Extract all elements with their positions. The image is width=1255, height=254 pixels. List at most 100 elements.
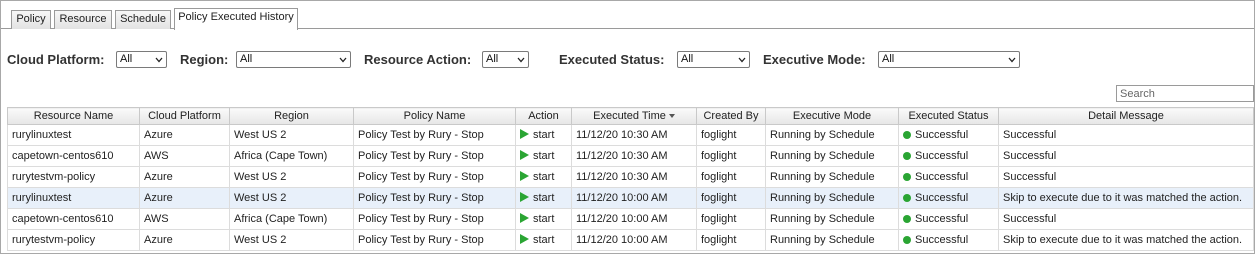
cell-cloud-platform: Azure: [139, 166, 230, 188]
action-label: start: [533, 150, 555, 162]
status-dot-icon: [903, 152, 911, 160]
cell-region: West US 2: [229, 166, 354, 188]
cell-cloud-platform: Azure: [139, 187, 230, 209]
cell-created-by: foglight: [696, 229, 766, 251]
cell-executed-time: 11/12/20 10:00 AM: [571, 208, 697, 230]
action-label: start: [533, 213, 555, 225]
column-header-detail-message[interactable]: Detail Message: [998, 107, 1254, 125]
executive-mode-value: All: [882, 53, 895, 65]
column-header-resource-name[interactable]: Resource Name: [7, 107, 140, 125]
executive-mode-select[interactable]: All: [878, 51, 1020, 68]
column-header-executed-time[interactable]: Executed Time: [571, 107, 697, 125]
play-icon: [520, 150, 529, 160]
chevron-down-icon: [517, 57, 525, 63]
cloud-platform-label: Cloud Platform:: [7, 52, 105, 67]
cell-resource-name: capetown-centos610: [7, 145, 140, 167]
resource-action-value: All: [486, 53, 499, 65]
cell-executed-time: 11/12/20 10:30 AM: [571, 166, 697, 188]
cell-executed-time: 11/12/20 10:30 AM: [571, 124, 697, 146]
cell-executed-status: Successful: [898, 166, 999, 188]
cloud-platform-value: All: [120, 53, 133, 65]
cell-executed-time: 11/12/20 10:00 AM: [571, 229, 697, 251]
cell-executed-status: Successful: [898, 208, 999, 230]
cell-executive-mode: Running by Schedule: [765, 145, 899, 167]
tab-resource[interactable]: Resource: [54, 10, 112, 29]
chevron-down-icon: [1008, 57, 1016, 63]
cell-resource-name: rurylinuxtest: [7, 187, 140, 209]
table-row[interactable]: capetown-centos610 AWS Africa (Cape Town…: [7, 208, 1254, 230]
executive-mode-label: Executive Mode:: [763, 52, 866, 67]
cell-created-by: foglight: [696, 166, 766, 188]
cell-executive-mode: Running by Schedule: [765, 124, 899, 146]
table-row[interactable]: capetown-centos610 AWS Africa (Cape Town…: [7, 145, 1254, 167]
cell-executed-status: Successful: [898, 124, 999, 146]
action-label: start: [533, 192, 555, 204]
status-label: Successful: [915, 129, 969, 141]
cell-action: start: [515, 187, 572, 209]
column-header-cloud-platform[interactable]: Cloud Platform: [139, 107, 230, 125]
column-header-action[interactable]: Action: [515, 107, 572, 125]
cell-policy-name: Policy Test by Rury - Stop: [353, 124, 516, 146]
table-row[interactable]: rurytestvm-policy Azure West US 2 Policy…: [7, 166, 1254, 188]
cell-region: West US 2: [229, 124, 354, 146]
filter-bar: Cloud Platform: All Region: All Resource…: [1, 49, 1254, 71]
column-header-executed-status[interactable]: Executed Status: [898, 107, 999, 125]
cloud-platform-select[interactable]: All: [116, 51, 167, 68]
play-icon: [520, 234, 529, 244]
cell-policy-name: Policy Test by Rury - Stop: [353, 187, 516, 209]
cell-executed-time: 11/12/20 10:30 AM: [571, 145, 697, 167]
cell-policy-name: Policy Test by Rury - Stop: [353, 166, 516, 188]
cell-created-by: foglight: [696, 124, 766, 146]
history-table: Resource Name Cloud Platform Region Poli…: [7, 107, 1254, 251]
cell-cloud-platform: AWS: [139, 208, 230, 230]
region-value: All: [240, 53, 253, 65]
chevron-down-icon: [738, 57, 746, 63]
cell-resource-name: rurylinuxtest: [7, 124, 140, 146]
cell-cloud-platform: Azure: [139, 124, 230, 146]
tab-schedule[interactable]: Schedule: [115, 10, 171, 29]
cell-executed-time: 11/12/20 10:00 AM: [571, 187, 697, 209]
tab-policy[interactable]: Policy: [11, 10, 51, 29]
cell-action: start: [515, 124, 572, 146]
cell-policy-name: Policy Test by Rury - Stop: [353, 145, 516, 167]
action-label: start: [533, 171, 555, 183]
search-input[interactable]: [1116, 85, 1254, 102]
cell-detail-message: Successful: [998, 124, 1254, 146]
cell-created-by: foglight: [696, 145, 766, 167]
status-label: Successful: [915, 213, 969, 225]
chevron-down-icon: [339, 57, 347, 63]
resource-action-select[interactable]: All: [482, 51, 529, 68]
column-header-created-by[interactable]: Created By: [696, 107, 766, 125]
cell-executive-mode: Running by Schedule: [765, 187, 899, 209]
cell-detail-message: Successful: [998, 145, 1254, 167]
column-header-policy-name[interactable]: Policy Name: [353, 107, 516, 125]
column-header-executive-mode[interactable]: Executive Mode: [765, 107, 899, 125]
tab-policy-executed-history[interactable]: Policy Executed History: [174, 8, 298, 30]
cell-action: start: [515, 229, 572, 251]
cell-detail-message: Skip to execute due to it was matched th…: [998, 229, 1254, 251]
table-row[interactable]: rurylinuxtest Azure West US 2 Policy Tes…: [7, 187, 1254, 209]
tab-bar: Policy Resource Schedule Policy Executed…: [1, 8, 1254, 30]
cell-policy-name: Policy Test by Rury - Stop: [353, 229, 516, 251]
region-label: Region:: [180, 52, 229, 67]
table-header-row: Resource Name Cloud Platform Region Poli…: [7, 107, 1254, 125]
cell-resource-name: rurytestvm-policy: [7, 229, 140, 251]
play-icon: [520, 192, 529, 202]
play-icon: [520, 171, 529, 181]
executed-status-label: Executed Status:: [559, 52, 665, 67]
cell-policy-name: Policy Test by Rury - Stop: [353, 208, 516, 230]
cell-detail-message: Successful: [998, 208, 1254, 230]
cell-detail-message: Skip to execute due to it was matched th…: [998, 187, 1254, 209]
table-row[interactable]: rurytestvm-policy Azure West US 2 Policy…: [7, 229, 1254, 251]
play-icon: [520, 129, 529, 139]
cell-executive-mode: Running by Schedule: [765, 229, 899, 251]
column-header-region[interactable]: Region: [229, 107, 354, 125]
status-dot-icon: [903, 131, 911, 139]
region-select[interactable]: All: [236, 51, 351, 68]
column-header-executed-time-label: Executed Time: [593, 110, 666, 122]
cell-executive-mode: Running by Schedule: [765, 166, 899, 188]
executed-status-select[interactable]: All: [677, 51, 750, 68]
table-row[interactable]: rurylinuxtest Azure West US 2 Policy Tes…: [7, 124, 1254, 146]
action-label: start: [533, 129, 555, 141]
cell-executed-status: Successful: [898, 229, 999, 251]
